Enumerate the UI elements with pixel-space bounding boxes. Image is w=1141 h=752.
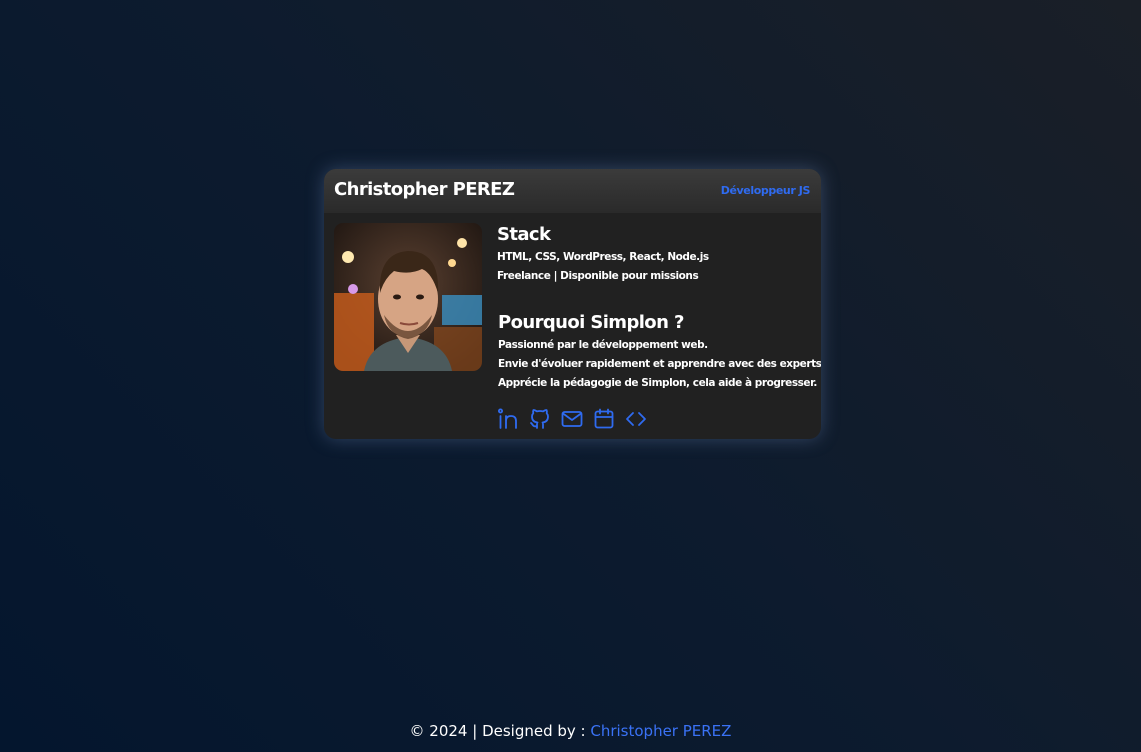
profile-card: Christopher PEREZ Développeur JS Stack H…: [324, 169, 821, 439]
footer-author-link[interactable]: Christopher PEREZ: [590, 722, 731, 740]
why-line: Envie d'évoluer rapidement et apprendre …: [498, 358, 821, 370]
code-icon[interactable]: [624, 407, 648, 431]
stack-title: Stack: [497, 224, 551, 245]
why-title: Pourquoi Simplon ?: [498, 312, 684, 333]
footer: © 2024 | Designed by : Christopher PEREZ: [0, 722, 1141, 740]
profile-role: Développeur JS: [720, 184, 811, 197]
github-icon[interactable]: [528, 407, 552, 431]
social-links: [496, 407, 648, 431]
stack-technologies: HTML, CSS, WordPress, React, Node.js: [497, 251, 709, 263]
why-line: Passionné par le développement web.: [498, 339, 708, 351]
footer-copyright: © 2024 | Designed by :: [409, 722, 591, 740]
stack-availability: Freelance | Disponible pour missions: [497, 270, 699, 282]
profile-name: Christopher PEREZ: [334, 179, 515, 200]
why-line: Apprécie la pédagogie de Simplon, cela a…: [498, 377, 817, 389]
avatar: [334, 223, 482, 371]
card-header: Christopher PEREZ Développeur JS: [324, 169, 821, 213]
avatar-photo: [334, 223, 482, 371]
linkedin-icon[interactable]: [496, 407, 520, 431]
mail-icon[interactable]: [560, 407, 584, 431]
why-section: Pourquoi Simplon ? Passionné par le déve…: [498, 312, 821, 393]
stack-section: Stack HTML, CSS, WordPress, React, Node.…: [497, 224, 709, 286]
calendar-icon[interactable]: [592, 407, 616, 431]
